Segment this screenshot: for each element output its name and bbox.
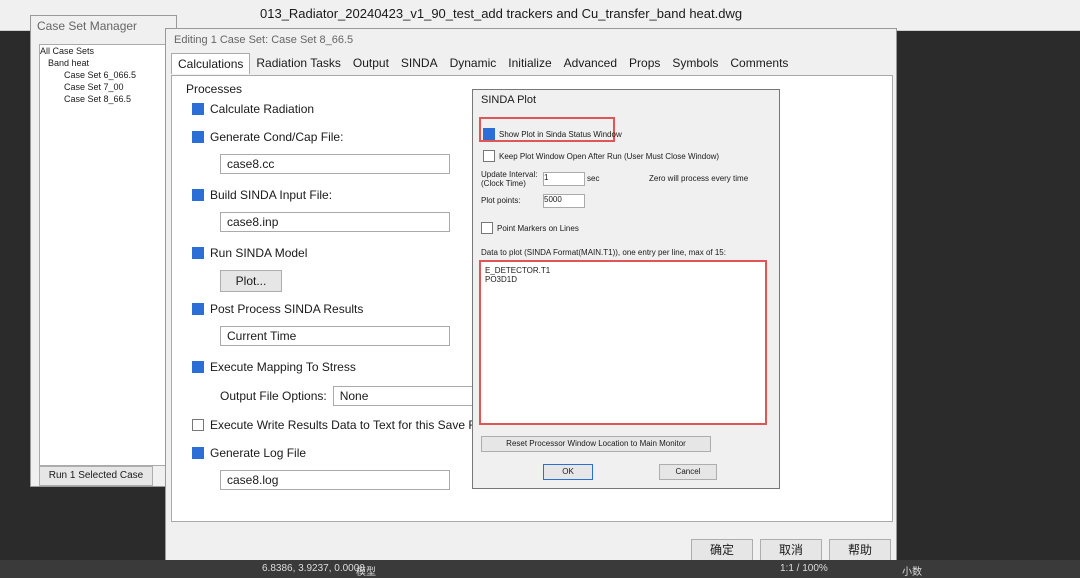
reset-location-button[interactable]: Reset Processor Window Location to Main …: [481, 436, 711, 452]
model-tab[interactable]: 模型: [356, 563, 376, 578]
build-sinda-row[interactable]: Build SINDA Input File:: [192, 188, 332, 202]
csm-title: Case Set Manager: [37, 19, 138, 33]
sinda-dialog-title: SINDA Plot: [481, 94, 537, 106]
condcap-file-input[interactable]: case8.cc: [220, 154, 450, 174]
tab-radiation-tasks[interactable]: Radiation Tasks: [250, 53, 347, 74]
plot-entries-list[interactable]: E_DETECTOR.T1 PO3D1D: [479, 260, 767, 425]
help-button[interactable]: 帮助: [829, 539, 891, 561]
post-process-row[interactable]: Post Process SINDA Results: [192, 302, 363, 316]
tree-item[interactable]: Case Set 8_66.5: [40, 93, 168, 105]
run-sinda-row[interactable]: Run SINDA Model: [192, 246, 307, 260]
tab-sinda[interactable]: SINDA: [395, 53, 444, 74]
build-sinda-label: Build SINDA Input File:: [210, 188, 333, 202]
checkbox[interactable]: [192, 103, 204, 115]
tab-dynamic[interactable]: Dynamic: [444, 53, 503, 74]
gen-log-row[interactable]: Generate Log File: [192, 446, 306, 460]
show-plot-row[interactable]: Show Plot in Sinda Status Window: [483, 128, 622, 140]
tab-calculations[interactable]: Calculations: [171, 53, 251, 74]
output-options-row: Output File Options: None: [220, 386, 473, 406]
run-sinda-label: Run SINDA Model: [210, 246, 308, 260]
calc-radiation-row[interactable]: Calculate Radiation: [192, 102, 314, 116]
tree-item[interactable]: Band heat: [40, 57, 168, 69]
sinda-cancel-button[interactable]: Cancel: [659, 464, 717, 480]
sinda-file-input[interactable]: case8.inp: [220, 212, 450, 232]
tab-initialize[interactable]: Initialize: [502, 53, 557, 74]
update-interval-input[interactable]: 1: [543, 172, 585, 186]
window-title: 013_Radiator_20240423_v1_90_test_add tra…: [260, 6, 743, 21]
markers-label: Point Markers on Lines: [497, 223, 579, 233]
keep-open-row[interactable]: Keep Plot Window Open After Run (User Mu…: [483, 150, 719, 162]
checkbox[interactable]: [192, 131, 204, 143]
plot-entry[interactable]: PO3D1D: [485, 275, 761, 284]
tab-output[interactable]: Output: [347, 53, 395, 74]
output-options-select[interactable]: None: [332, 386, 473, 406]
output-options-label: Output File Options:: [220, 389, 327, 403]
sinda-ok-button[interactable]: OK: [543, 464, 593, 480]
exec-mapping-row[interactable]: Execute Mapping To Stress: [192, 360, 356, 374]
tab-advanced[interactable]: Advanced: [558, 53, 623, 74]
tree-item[interactable]: Case Set 6_066.5: [40, 69, 168, 81]
plot-points-label: Plot points:: [481, 196, 521, 205]
coords-readout: 6.8386, 3.9237, 0.0000: [262, 563, 365, 574]
sinda-plot-dialog: SINDA Plot Show Plot in Sinda Status Win…: [472, 89, 780, 489]
plot-points-input[interactable]: 5000: [543, 194, 585, 208]
calc-radiation-label: Calculate Radiation: [210, 102, 315, 116]
update-unit: sec: [587, 174, 600, 183]
show-plot-label: Show Plot in Sinda Status Window: [499, 129, 622, 139]
checkbox[interactable]: [481, 222, 493, 234]
tree-item[interactable]: Case Set 7_00: [40, 81, 168, 93]
scale-readout[interactable]: 1:1 / 100%: [780, 563, 828, 574]
log-file-input[interactable]: case8.log: [220, 470, 450, 490]
exec-write-row[interactable]: Execute Write Results Data to Text for t…: [192, 418, 488, 432]
processes-heading: Processes: [186, 82, 243, 96]
tab-strip: Calculations Radiation Tasks Output SIND…: [171, 53, 794, 74]
markers-row[interactable]: Point Markers on Lines: [481, 222, 579, 234]
exec-write-label: Execute Write Results Data to Text for t…: [210, 418, 488, 432]
units-readout[interactable]: 小数: [902, 563, 922, 578]
checkbox[interactable]: [192, 247, 204, 259]
run-selected-case-button[interactable]: Run 1 Selected Case: [39, 466, 153, 486]
gen-condcap-row[interactable]: Generate Cond/Cap File:: [192, 130, 343, 144]
checkbox[interactable]: [192, 361, 204, 373]
data-plot-label: Data to plot (SINDA Format(MAIN.T1)), on…: [481, 248, 726, 257]
checkbox[interactable]: [192, 447, 204, 459]
plot-entry[interactable]: E_DETECTOR.T1: [485, 266, 761, 275]
exec-mapping-label: Execute Mapping To Stress: [210, 360, 356, 374]
zero-note: Zero will process every time: [649, 174, 749, 183]
tab-props[interactable]: Props: [623, 53, 666, 74]
post-process-label: Post Process SINDA Results: [210, 302, 364, 316]
cancel-button[interactable]: 取消: [760, 539, 822, 561]
plot-button[interactable]: Plot...: [220, 270, 282, 292]
status-bar: 6.8386, 3.9237, 0.0000 模型 1:1 / 100% 小数: [0, 560, 1080, 578]
update-interval-label: Update Interval: (Clock Time): [481, 170, 538, 188]
time-select[interactable]: Current Time: [220, 326, 450, 346]
gen-condcap-label: Generate Cond/Cap File:: [210, 130, 344, 144]
case-set-manager: Case Set Manager All Case Sets Band heat…: [30, 15, 177, 487]
tab-symbols[interactable]: Symbols: [666, 53, 724, 74]
case-set-tree[interactable]: All Case Sets Band heat Case Set 6_066.5…: [39, 44, 169, 466]
checkbox[interactable]: [483, 150, 495, 162]
tree-item[interactable]: All Case Sets: [40, 45, 168, 57]
gen-log-label: Generate Log File: [210, 446, 307, 460]
keep-open-label: Keep Plot Window Open After Run (User Mu…: [499, 151, 720, 161]
checkbox[interactable]: [192, 419, 204, 431]
ok-button[interactable]: 确定: [691, 539, 753, 561]
tab-comments[interactable]: Comments: [724, 53, 794, 74]
checkbox[interactable]: [192, 303, 204, 315]
checkbox[interactable]: [192, 189, 204, 201]
checkbox[interactable]: [483, 128, 495, 140]
